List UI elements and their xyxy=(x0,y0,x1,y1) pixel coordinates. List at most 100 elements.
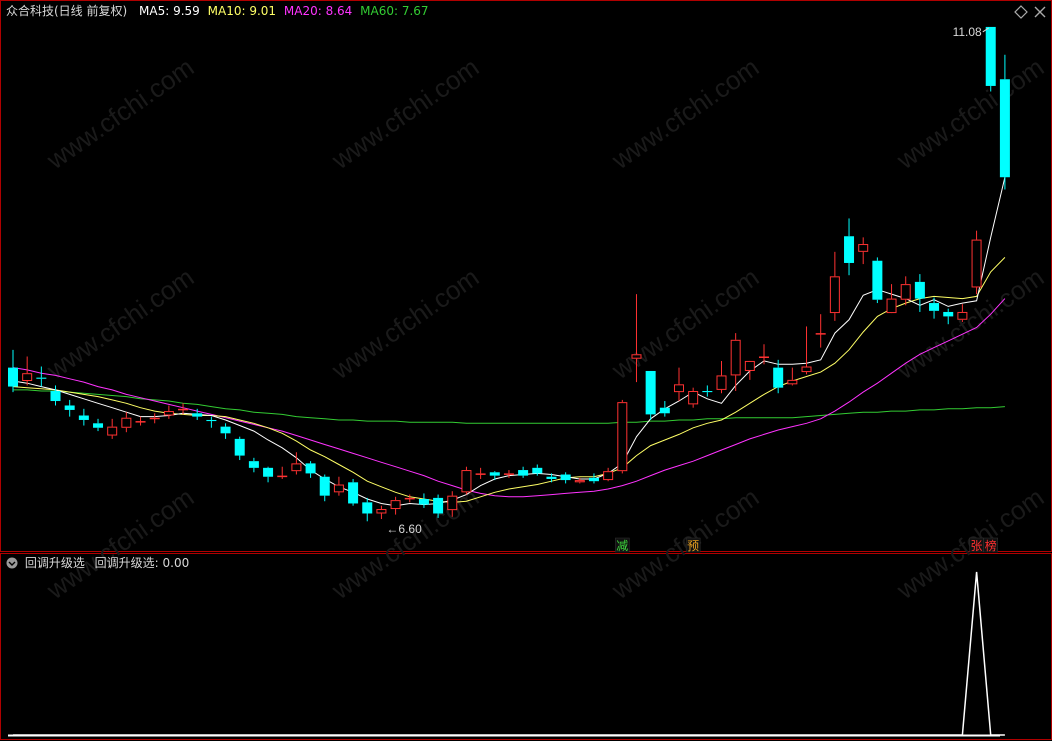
candle xyxy=(93,418,104,432)
candle-body xyxy=(319,476,330,496)
candle xyxy=(163,405,174,419)
candle-body xyxy=(560,474,571,481)
low-price-label: ←6.60 xyxy=(386,522,422,536)
candle-body xyxy=(36,377,47,379)
watermark-text: www.cfchi.com xyxy=(605,52,764,176)
candle-body xyxy=(263,467,274,477)
signal-label: 榜 xyxy=(985,538,997,553)
watermark-text: www.cfchi.com xyxy=(325,52,484,176)
candle-body xyxy=(702,391,713,393)
candle-body xyxy=(418,499,429,505)
candle xyxy=(333,476,344,496)
candle-body xyxy=(673,384,684,393)
candle-body xyxy=(532,467,543,474)
candle-body xyxy=(574,480,585,483)
watermark-text: www.cfchi.com xyxy=(325,262,484,386)
candle-body xyxy=(900,284,911,300)
candle xyxy=(50,385,61,406)
candle-body xyxy=(248,461,259,468)
candle xyxy=(319,474,330,502)
candle-body xyxy=(617,402,628,472)
candle xyxy=(263,466,274,483)
candle xyxy=(716,360,727,394)
candle-body xyxy=(985,26,996,86)
chart-title: 众合科技(日线 前复权) xyxy=(6,4,128,18)
candle-body xyxy=(631,354,642,359)
candle-body xyxy=(362,502,373,514)
candle-body xyxy=(475,473,486,475)
candle-body xyxy=(78,415,89,420)
candle-body xyxy=(815,333,826,335)
candle-body xyxy=(546,476,557,479)
candle-body xyxy=(971,239,982,288)
candle-body xyxy=(872,260,883,300)
candle xyxy=(971,230,982,295)
candle xyxy=(149,413,160,424)
candle-body xyxy=(801,366,812,373)
candle xyxy=(673,367,684,402)
indicator-menu-icon[interactable] xyxy=(6,557,18,569)
candle-body xyxy=(291,463,302,472)
candle xyxy=(588,473,599,484)
candle xyxy=(220,423,231,439)
candle xyxy=(787,367,798,386)
candle-body xyxy=(64,405,75,410)
candle xyxy=(121,412,132,433)
candle xyxy=(305,461,316,478)
candle-body xyxy=(234,438,245,456)
candle-body xyxy=(518,470,529,476)
candle xyxy=(914,274,925,312)
candle-body xyxy=(50,391,61,402)
candle-body xyxy=(730,339,741,376)
candle-body xyxy=(929,303,940,311)
candle xyxy=(829,251,840,321)
candle xyxy=(135,416,146,426)
candle-body xyxy=(149,417,160,420)
candle xyxy=(489,471,500,481)
candle-body xyxy=(93,423,104,428)
candle-body xyxy=(999,79,1010,178)
candle xyxy=(418,493,429,508)
indicator-value: 回调升级选: 0.00 xyxy=(94,556,190,570)
watermark-text: www.cfchi.com xyxy=(40,52,199,176)
candle-body xyxy=(333,484,344,493)
candle xyxy=(702,385,713,397)
candle xyxy=(277,466,288,479)
candle xyxy=(178,403,189,415)
ma20-value: MA20: 8.64 xyxy=(283,4,353,18)
close-icon[interactable] xyxy=(1033,5,1047,19)
candle xyxy=(36,366,47,387)
candle-body xyxy=(433,497,444,514)
candle xyxy=(78,408,89,426)
chart-canvas: www.cfchi.com www.cfchi.com www.cfchi.com w… xyxy=(0,0,1052,740)
candle xyxy=(858,237,869,265)
candle-body xyxy=(773,367,784,388)
candle xyxy=(815,314,826,348)
candle xyxy=(688,387,699,408)
signal-label: 预 xyxy=(687,539,699,553)
candle-body xyxy=(886,298,897,314)
candle-body xyxy=(744,360,755,371)
indicator-line xyxy=(13,571,1005,736)
candle xyxy=(234,436,245,461)
watermark-text: www.cfchi.com xyxy=(40,262,199,386)
candle-body xyxy=(107,426,118,436)
signal-label: 减 xyxy=(616,539,628,553)
candle-body xyxy=(858,244,869,252)
watermark-text: www.cfchi.com xyxy=(890,52,1049,176)
candle-body xyxy=(305,463,316,474)
watermark-text: www.cfchi.com xyxy=(890,262,1049,386)
candle-body xyxy=(376,509,387,514)
candle xyxy=(957,304,968,322)
indicator-name: 回调升级选 xyxy=(24,556,85,570)
candle xyxy=(518,466,529,478)
candle xyxy=(348,478,359,506)
indicator-polyline xyxy=(13,571,1005,736)
candle-body xyxy=(603,471,614,481)
candle xyxy=(560,472,571,484)
diamond-icon[interactable] xyxy=(1014,5,1028,19)
candle-body xyxy=(503,473,514,475)
candle-body xyxy=(8,367,18,387)
candle-body xyxy=(192,413,203,417)
candle-body xyxy=(163,411,174,416)
